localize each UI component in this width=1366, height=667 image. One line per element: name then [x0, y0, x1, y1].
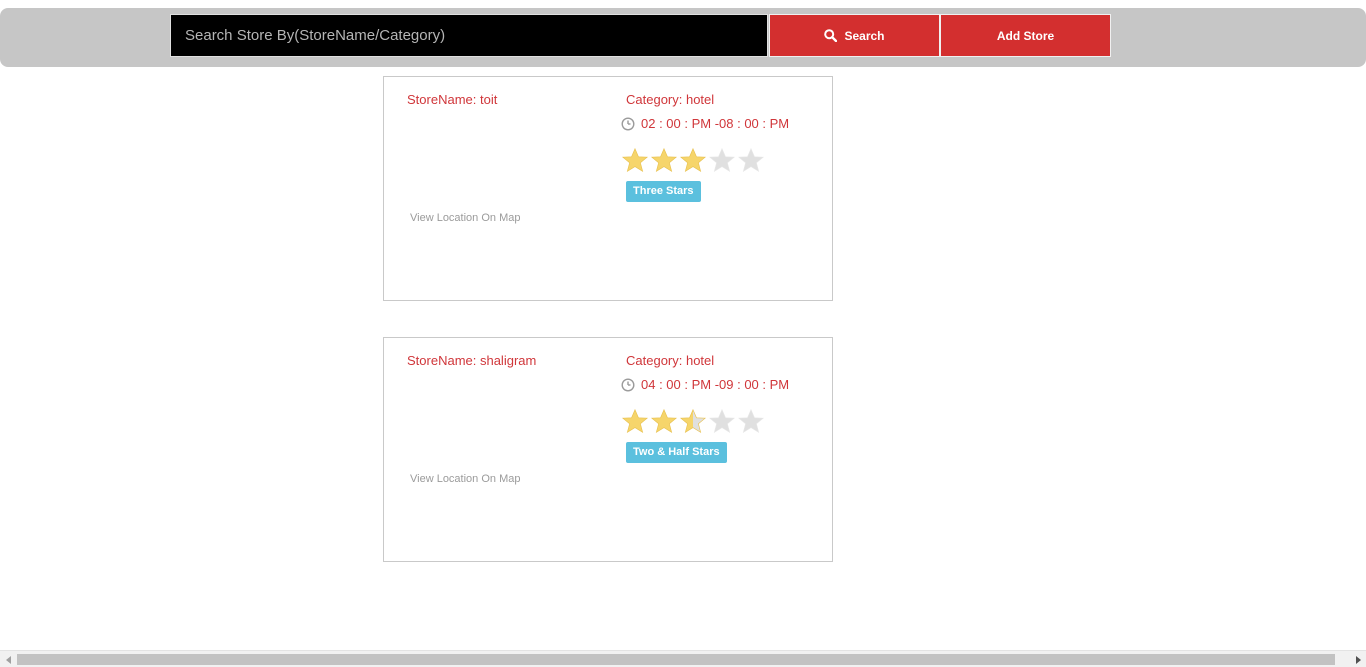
star-icon	[737, 408, 765, 434]
star-icon	[679, 408, 707, 434]
search-icon	[824, 29, 838, 42]
star-icon	[708, 147, 736, 173]
view-location-link[interactable]: View Location On Map	[410, 212, 520, 224]
scroll-left-icon[interactable]	[0, 653, 17, 666]
store-card: StoreName: toit Category: hotel 02 : 00 …	[383, 76, 833, 301]
search-button[interactable]: Search	[769, 14, 940, 57]
store-card: StoreName: shaligram Category: hotel 04 …	[383, 337, 833, 562]
store-name: StoreName: toit	[407, 92, 498, 107]
store-hours: 02 : 00 : PM -08 : 00 : PM	[621, 116, 789, 131]
search-input[interactable]	[170, 14, 768, 57]
star-icon	[621, 408, 649, 434]
rating-badge: Three Stars	[626, 181, 701, 202]
clock-icon	[621, 116, 635, 131]
star-rating	[621, 147, 765, 173]
rating-badge: Two & Half Stars	[626, 442, 727, 463]
star-icon	[621, 147, 649, 173]
star-icon	[650, 408, 678, 434]
store-hours: 04 : 00 : PM -09 : 00 : PM	[621, 377, 789, 392]
add-store-button-label: Add Store	[996, 28, 1055, 43]
star-rating	[621, 408, 765, 434]
store-hours-text: 04 : 00 : PM -09 : 00 : PM	[641, 377, 790, 392]
star-icon	[708, 408, 736, 434]
scroll-right-icon[interactable]	[1349, 653, 1366, 666]
star-icon	[679, 147, 707, 173]
horizontal-scrollbar[interactable]	[0, 650, 1366, 667]
star-icon	[650, 147, 678, 173]
add-store-button[interactable]: Add Store	[940, 14, 1111, 57]
star-icon	[737, 147, 765, 173]
scrollbar-thumb[interactable]	[17, 654, 1335, 665]
store-category: Category: hotel	[626, 92, 715, 107]
store-category: Category: hotel	[626, 353, 715, 368]
store-hours-text: 02 : 00 : PM -08 : 00 : PM	[641, 116, 790, 131]
search-button-label: Search	[844, 28, 885, 43]
clock-icon	[621, 377, 635, 392]
view-location-link[interactable]: View Location On Map	[410, 473, 520, 485]
store-name: StoreName: shaligram	[407, 353, 537, 368]
